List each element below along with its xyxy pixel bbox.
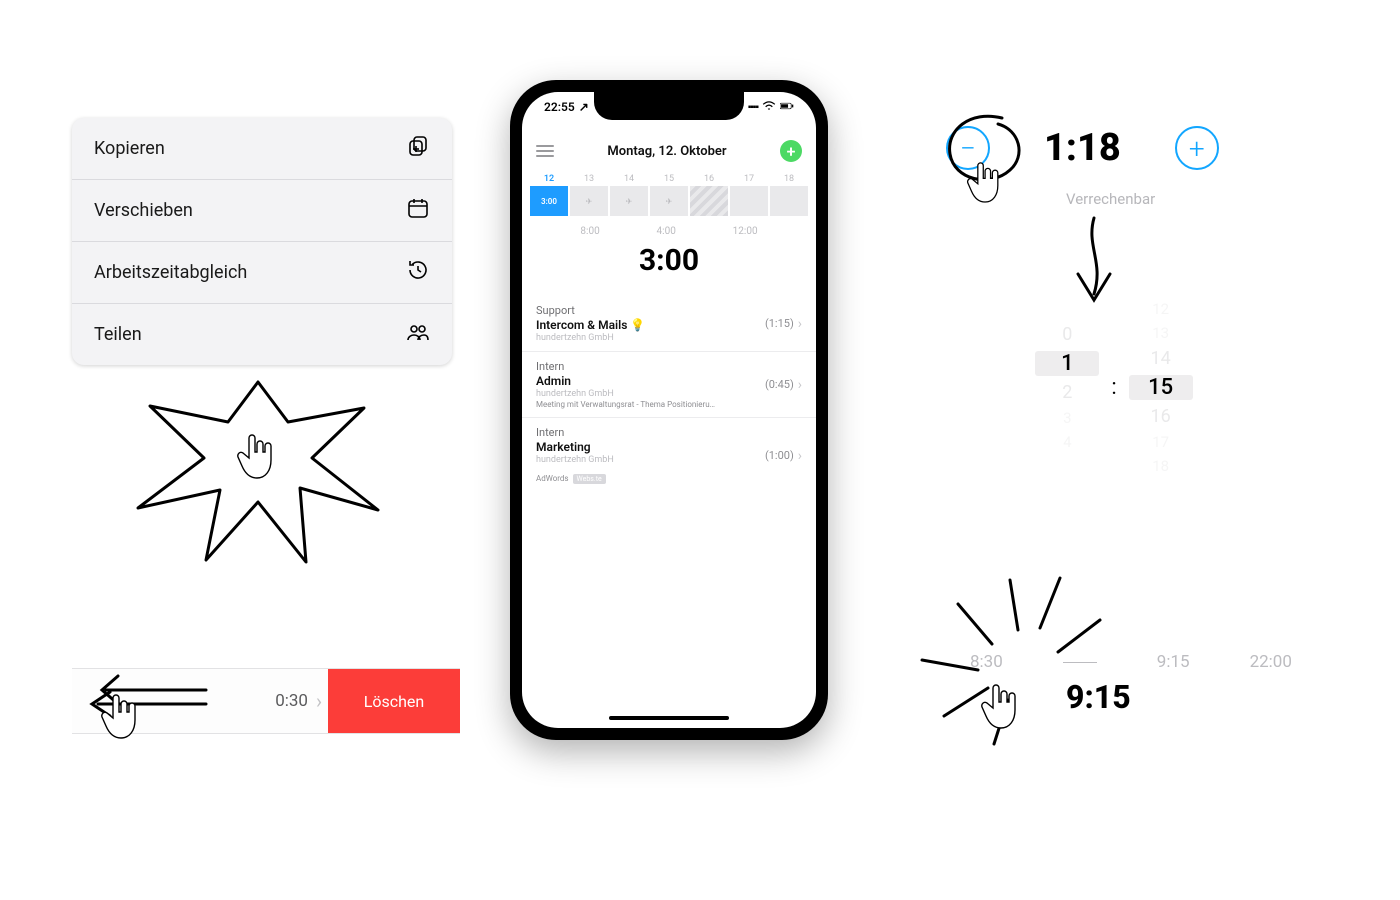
billable-label: Verrechenbar xyxy=(1066,190,1155,208)
time-entry[interactable]: Intern Admin hundertzehn GmbH Meeting mi… xyxy=(522,352,816,418)
delete-button[interactable]: Löschen xyxy=(328,669,460,733)
time-range-row: 8:30 9:15 22:00 9:15 xyxy=(970,652,1292,672)
context-menu-label: Arbeitszeitabgleich xyxy=(94,262,247,283)
context-menu-item-copy[interactable]: Kopieren xyxy=(72,118,452,180)
week-day[interactable]: 13✈ xyxy=(570,174,608,216)
ink-arrow-down-doodle xyxy=(1064,216,1124,310)
day-total: 3:00 xyxy=(522,241,816,296)
mid-time[interactable]: 9:15 xyxy=(1157,652,1190,672)
header-date: Montag, 12. Oktober xyxy=(607,144,726,159)
time-entry[interactable]: Intern Marketing hundertzehn GmbH AdWord… xyxy=(522,418,816,493)
stepper-value: 1:18 xyxy=(1044,126,1121,170)
week-day[interactable]: 16 xyxy=(690,174,728,216)
chevron-right-icon: › xyxy=(798,377,802,393)
context-menu-label: Teilen xyxy=(94,324,142,345)
time-entry[interactable]: Support Intercom & Mails 💡 hundertzehn G… xyxy=(522,296,816,352)
calendar-icon xyxy=(406,196,430,225)
hand-cursor-icon xyxy=(980,680,1024,732)
week-strip: 123:00 13✈ 14✈ 15✈ 16 17 18 xyxy=(522,174,816,216)
add-entry-button[interactable]: + xyxy=(780,140,802,162)
menu-button[interactable] xyxy=(536,142,554,160)
end-time-big: 9:15 xyxy=(1066,678,1131,716)
battery-icon xyxy=(780,100,794,114)
swipe-row-duration: 0:30 xyxy=(275,691,316,711)
week-day[interactable]: 123:00 xyxy=(530,174,568,216)
home-indicator xyxy=(609,716,729,720)
hours-wheel[interactable]: 0 1 2 3 4 xyxy=(1035,324,1099,451)
week-day[interactable]: 15✈ xyxy=(650,174,688,216)
increment-button[interactable]: + xyxy=(1175,126,1219,170)
context-menu: Kopieren Verschieben Arbeitszeitabgleich… xyxy=(72,118,452,365)
history-icon xyxy=(406,258,430,287)
time-picker-wheel[interactable]: 0 1 2 3 4 : 12 13 14 15 16 17 18 xyxy=(1014,302,1214,472)
starburst-hand-doodle xyxy=(128,370,388,570)
week-day[interactable]: 17 xyxy=(730,174,768,216)
context-menu-label: Kopieren xyxy=(94,138,165,159)
phone-mockup: 22:55 ↗ ▪▪▪▪ Montag, 12. Oktober + 123:0… xyxy=(510,80,828,740)
phone-notch xyxy=(594,92,744,120)
context-menu-item-worktime[interactable]: Arbeitszeitabgleich xyxy=(72,242,452,304)
context-menu-item-move[interactable]: Verschieben xyxy=(72,180,452,242)
context-menu-item-share[interactable]: Teilen xyxy=(72,304,452,365)
hand-cursor-icon xyxy=(966,158,1006,206)
stop-time: 22:00 xyxy=(1250,652,1292,672)
context-menu-label: Verschieben xyxy=(94,200,193,221)
wifi-icon xyxy=(762,100,776,114)
chevron-right-icon: › xyxy=(798,448,802,464)
stats-row: 8:004:0012:00 xyxy=(522,216,816,241)
people-icon xyxy=(406,320,430,349)
week-day[interactable]: 18 xyxy=(770,174,808,216)
chevron-right-icon: › xyxy=(798,316,802,332)
minutes-wheel[interactable]: 12 13 14 15 16 17 18 xyxy=(1129,300,1193,475)
hand-cursor-icon xyxy=(100,690,144,742)
week-day[interactable]: 14✈ xyxy=(610,174,648,216)
chevron-right-icon: › xyxy=(316,689,328,713)
status-time: 22:55 xyxy=(544,100,575,114)
copy-plus-icon xyxy=(406,134,430,163)
hand-cursor-icon xyxy=(236,430,280,482)
start-time[interactable]: 8:30 xyxy=(970,652,1003,672)
signal-icon: ▪▪▪▪ xyxy=(748,102,758,113)
